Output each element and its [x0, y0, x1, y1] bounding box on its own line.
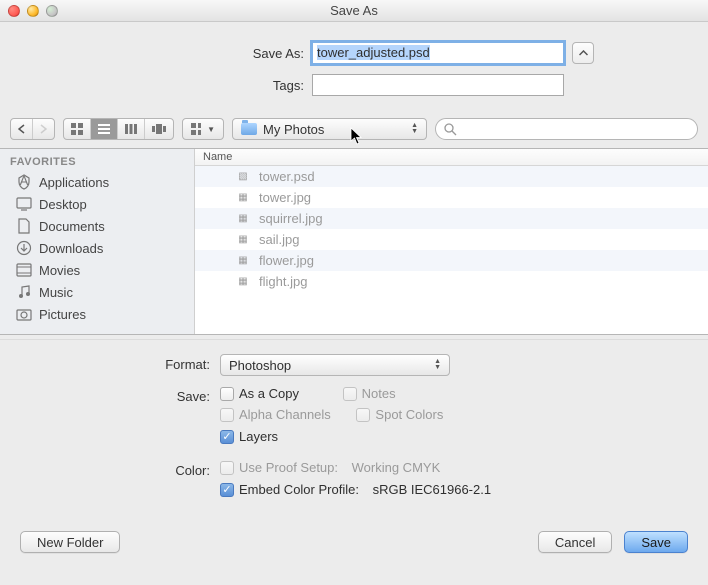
psd-file-icon: ▧: [235, 170, 251, 184]
notes-checkbox: Notes: [343, 386, 396, 401]
column-header-name[interactable]: Name: [195, 149, 708, 166]
tags-input[interactable]: [312, 74, 564, 96]
save-options-label: Save:: [20, 386, 210, 404]
search-field[interactable]: [435, 118, 698, 140]
sidebar-item-movies[interactable]: Movies: [0, 259, 194, 281]
jpg-file-icon: ▦: [235, 233, 251, 247]
save-as-label: Save As:: [114, 46, 304, 61]
music-icon: [16, 284, 32, 300]
file-row[interactable]: ▦flower.jpg: [195, 250, 708, 271]
sidebar-item-documents[interactable]: Documents: [0, 215, 194, 237]
embed-color-profile-checkbox[interactable]: ✓Embed Color Profile: sRGB IEC61966-2.1: [220, 482, 491, 497]
downloads-icon: [16, 240, 32, 256]
sidebar-item-pictures[interactable]: Pictures: [0, 303, 194, 325]
coverflow-icon: [152, 124, 166, 134]
format-label: Format:: [20, 354, 210, 372]
layers-checkbox[interactable]: ✓Layers: [220, 429, 278, 444]
coverflow-view-button[interactable]: [145, 119, 173, 139]
desktop-icon: [16, 196, 32, 212]
format-select[interactable]: Photoshop ▲▼: [220, 354, 450, 376]
file-row[interactable]: ▦squirrel.jpg: [195, 208, 708, 229]
sidebar-item-downloads[interactable]: Downloads: [0, 237, 194, 259]
folder-icon: [241, 123, 257, 135]
folder-name: My Photos: [263, 122, 324, 137]
sidebar: FAVORITES AApplications Desktop Document…: [0, 149, 195, 334]
cancel-button[interactable]: Cancel: [538, 531, 612, 553]
list-icon: [98, 124, 110, 134]
updown-arrows-icon: ▲▼: [411, 123, 418, 135]
sidebar-item-applications[interactable]: AApplications: [0, 171, 194, 193]
jpg-file-icon: ▦: [235, 254, 251, 268]
search-icon: [444, 123, 457, 136]
as-copy-checkbox[interactable]: As a Copy: [220, 386, 299, 401]
jpg-file-icon: ▦: [235, 275, 251, 289]
chevron-left-icon: [18, 124, 25, 134]
forward-button[interactable]: [33, 119, 54, 139]
file-row[interactable]: ▧tower.psd: [195, 166, 708, 187]
pictures-icon: [16, 306, 32, 322]
toolbar: ▼ My Photos ▲▼: [0, 114, 708, 149]
svg-text:A: A: [20, 174, 29, 188]
updown-arrows-icon: ▲▼: [434, 359, 441, 371]
chevron-right-icon: [40, 124, 47, 134]
sidebar-item-music[interactable]: Music: [0, 281, 194, 303]
expand-collapse-button[interactable]: [572, 42, 594, 64]
file-row[interactable]: ▦flight.jpg: [195, 271, 708, 292]
folder-select[interactable]: My Photos ▲▼: [232, 118, 427, 140]
use-proof-setup-checkbox: Use Proof Setup: Working CMYK: [220, 460, 440, 475]
sidebar-header-favorites: FAVORITES: [0, 153, 194, 171]
tags-label: Tags:: [114, 78, 304, 93]
arrange-icon: [191, 123, 201, 135]
new-folder-button[interactable]: New Folder: [20, 531, 120, 553]
save-as-input[interactable]: tower_adjusted.psd: [312, 42, 564, 64]
view-mode-buttons: [63, 118, 174, 140]
jpg-file-icon: ▦: [235, 191, 251, 205]
file-list: Name ▧tower.psd ▦tower.jpg ▦squirrel.jpg…: [195, 149, 708, 334]
icon-view-button[interactable]: [64, 119, 91, 139]
save-button[interactable]: Save: [624, 531, 688, 553]
spot-colors-checkbox: Spot Colors: [356, 407, 443, 422]
column-view-button[interactable]: [118, 119, 145, 139]
back-forward-buttons: [10, 118, 55, 140]
title-bar: Save As: [0, 0, 708, 22]
sidebar-item-desktop[interactable]: Desktop: [0, 193, 194, 215]
list-view-button[interactable]: [91, 119, 118, 139]
jpg-file-icon: ▦: [235, 212, 251, 226]
arrange-menu[interactable]: ▼: [182, 118, 224, 140]
documents-icon: [16, 218, 32, 234]
grid-icon: [71, 123, 83, 135]
movies-icon: [16, 262, 32, 278]
columns-icon: [125, 124, 137, 134]
color-options-label: Color:: [20, 460, 210, 478]
chevron-up-icon: [579, 50, 588, 56]
alpha-channels-checkbox: Alpha Channels: [220, 407, 331, 422]
file-row[interactable]: ▦sail.jpg: [195, 229, 708, 250]
file-row[interactable]: ▦tower.jpg: [195, 187, 708, 208]
back-button[interactable]: [11, 119, 33, 139]
window-title: Save As: [0, 3, 708, 18]
app-icon: A: [16, 174, 32, 190]
